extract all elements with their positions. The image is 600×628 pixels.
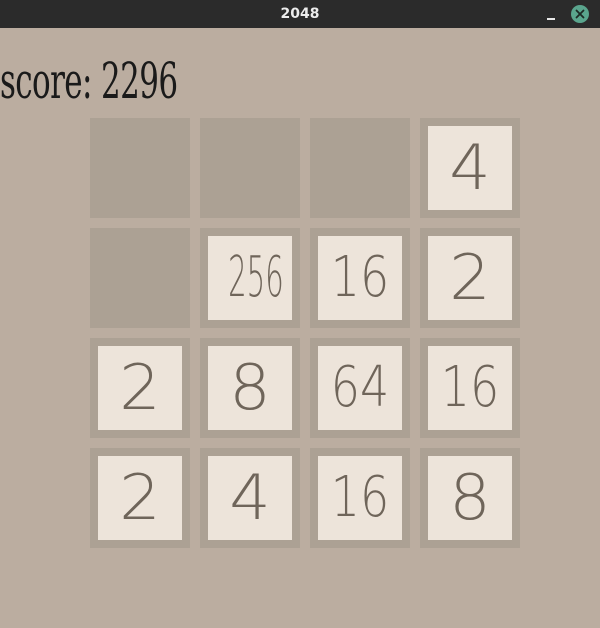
tile-value: 2: [449, 241, 491, 314]
board-cell: [90, 228, 190, 328]
minimize-icon[interactable]: [542, 4, 560, 24]
tile-value: 8: [229, 351, 271, 424]
tile: 8: [208, 346, 292, 430]
tile: 8: [428, 456, 512, 540]
board-cell: 16: [310, 228, 410, 328]
board-cell: 16: [420, 338, 520, 438]
board-cell: 8: [420, 448, 520, 548]
tile: 16: [428, 346, 512, 430]
window-title: 2048: [280, 6, 320, 22]
tile-value: 2: [119, 351, 161, 424]
tile-value: 4: [229, 461, 271, 534]
board-cell: 64: [310, 338, 410, 438]
tile: 16: [318, 456, 402, 540]
tile: 256: [208, 236, 292, 320]
board-cell: [200, 118, 300, 218]
tile-value: 16: [330, 465, 390, 530]
close-icon[interactable]: [571, 5, 589, 23]
tile: 4: [208, 456, 292, 540]
board-cell: 256: [200, 228, 300, 328]
tile: 2: [98, 346, 182, 430]
board-cell: 16: [310, 448, 410, 548]
board-cell: 2: [420, 228, 520, 328]
board-cell: [310, 118, 410, 218]
tile: 2: [428, 236, 512, 320]
board-cell: 8: [200, 338, 300, 438]
tile-value: 4: [449, 131, 491, 204]
score-display: score: 2296: [0, 52, 178, 110]
game-board: 4 256 16 2 2 8 64 16 2 4 16 8: [90, 118, 520, 548]
tile: 16: [318, 236, 402, 320]
tile: 64: [318, 346, 402, 430]
board-cell: 4: [200, 448, 300, 548]
tile-value: 256: [228, 245, 284, 310]
board-cell: [90, 118, 190, 218]
board-cell: 2: [90, 448, 190, 548]
tile: 2: [98, 456, 182, 540]
window-titlebar: 2048: [0, 0, 600, 28]
tile-value: 64: [330, 355, 390, 420]
tile: 4: [428, 126, 512, 210]
board-cell: 2: [90, 338, 190, 438]
tile-value: 16: [440, 355, 500, 420]
tile-value: 16: [330, 245, 390, 310]
tile-value: 8: [449, 461, 491, 534]
tile-value: 2: [119, 461, 161, 534]
board-cell: 4: [420, 118, 520, 218]
